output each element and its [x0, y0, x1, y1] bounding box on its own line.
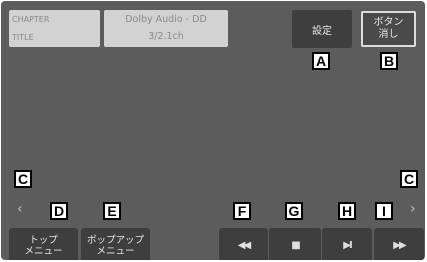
play-pause-button[interactable]: ▶II — [322, 228, 372, 260]
callout-f: F — [233, 202, 251, 220]
settings-label: 設定 — [312, 25, 332, 37]
audio-channels: 3/2.1ch — [148, 31, 184, 42]
callout-e: E — [103, 202, 121, 220]
fast-forward-button[interactable]: ▶▶ — [374, 228, 424, 260]
fast-forward-icon: ▶▶ — [393, 240, 406, 251]
dvd-player-screen: CHAPTER TITLE Dolby Audio - DD 3/2.1ch 設… — [1, 1, 425, 260]
callout-h: H — [338, 202, 356, 220]
callout-c-left: C — [14, 170, 32, 188]
hide-buttons-button[interactable]: ボタン 消し — [361, 11, 416, 47]
chapter-title-display: CHAPTER TITLE — [9, 10, 100, 47]
chevron-right-icon[interactable]: › — [410, 201, 416, 217]
top-menu-button[interactable]: トップ メニュー — [9, 228, 78, 260]
callout-a: A — [312, 52, 330, 70]
chapter-label: CHAPTER — [12, 15, 50, 24]
popup-menu-label: ポップアップ メニュー — [86, 234, 144, 257]
audio-info-display: Dolby Audio - DD 3/2.1ch — [104, 10, 228, 47]
stop-icon: ■ — [291, 240, 301, 251]
callout-i: I — [375, 202, 393, 220]
rewind-icon: ◀◀ — [237, 240, 251, 251]
callout-b: B — [380, 52, 398, 70]
hide-buttons-label: ボタン 消し — [373, 17, 404, 40]
settings-button[interactable]: 設定 — [292, 10, 352, 48]
callout-d: D — [50, 202, 68, 220]
stop-button[interactable]: ■ — [269, 228, 321, 260]
callout-c-right: C — [400, 170, 418, 188]
callout-g: G — [285, 202, 303, 220]
chevron-left-icon[interactable]: ‹ — [17, 201, 23, 217]
audio-format: Dolby Audio - DD — [125, 14, 207, 25]
top-menu-label: トップ メニュー — [24, 234, 63, 257]
title-label: TITLE — [12, 33, 34, 42]
rewind-button[interactable]: ◀◀ — [219, 228, 268, 260]
play-pause-icon: ▶II — [343, 240, 352, 251]
popup-menu-button[interactable]: ポップアップ メニュー — [81, 228, 150, 260]
